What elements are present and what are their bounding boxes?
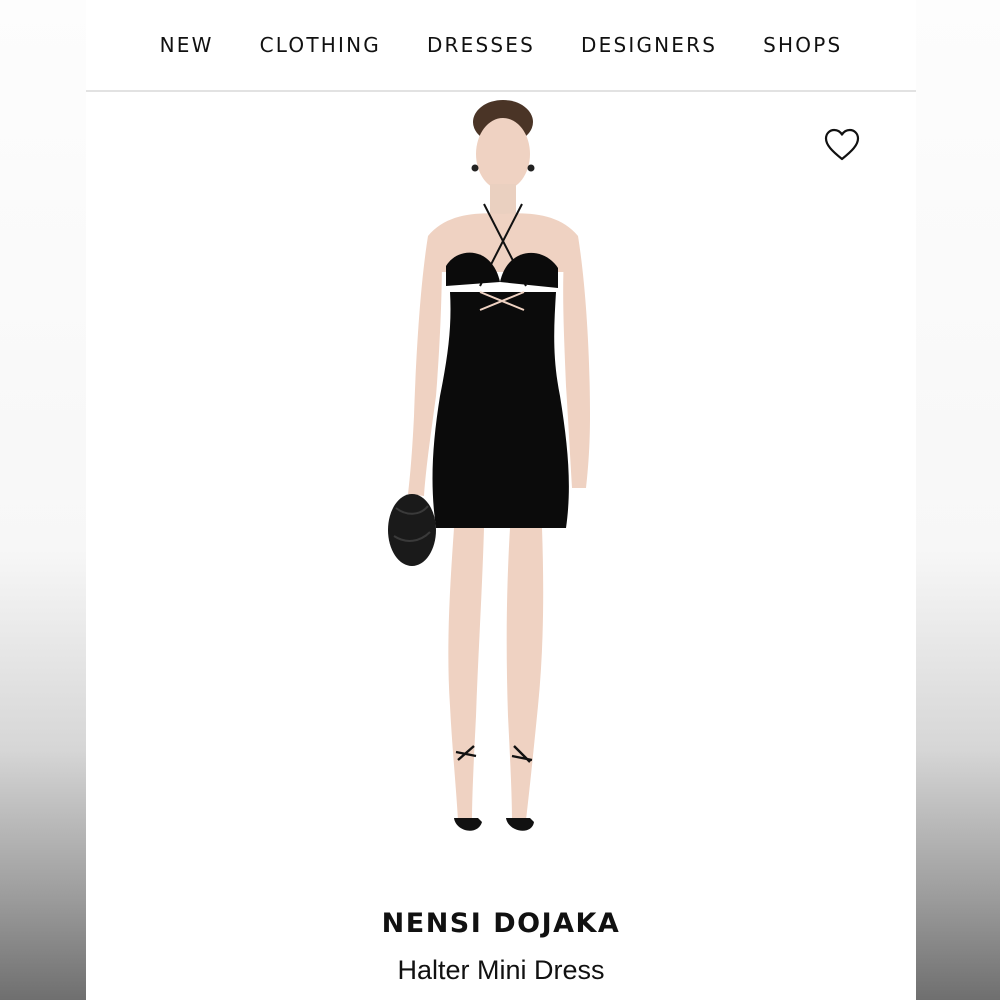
wishlist-button[interactable] bbox=[824, 128, 860, 162]
product-image[interactable] bbox=[376, 96, 626, 866]
background-left bbox=[0, 0, 86, 1000]
nav-item-clothing[interactable]: CLOTHING bbox=[260, 33, 381, 57]
product-page: NEW CLOTHING DRESSES DESIGNERS SHOPS NEN… bbox=[86, 0, 916, 1000]
nav-item-new[interactable]: NEW bbox=[160, 33, 214, 57]
heart-outline-icon bbox=[824, 128, 860, 161]
nav-item-dresses[interactable]: DRESSES bbox=[427, 33, 535, 57]
top-navigation: NEW CLOTHING DRESSES DESIGNERS SHOPS bbox=[86, 0, 916, 92]
nav-item-shops[interactable]: SHOPS bbox=[763, 33, 842, 57]
product-name[interactable]: Halter Mini Dress bbox=[86, 955, 916, 986]
nav-item-designers[interactable]: DESIGNERS bbox=[581, 33, 717, 57]
background-right bbox=[916, 0, 1000, 1000]
product-brand[interactable]: NENSI DOJAKA bbox=[86, 908, 916, 939]
